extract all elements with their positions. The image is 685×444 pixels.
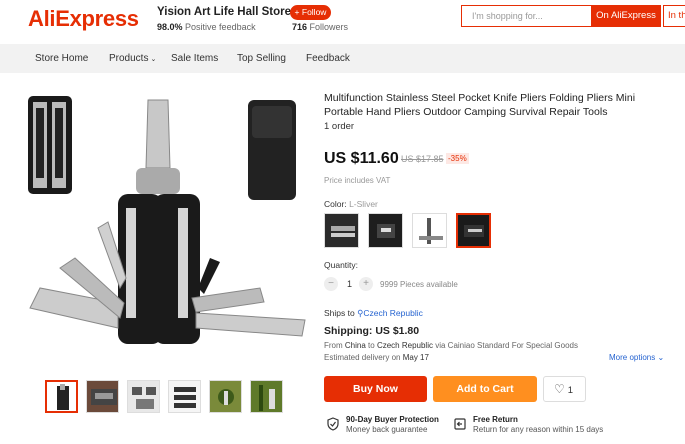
followers-text: Followers <box>309 22 349 32</box>
quantity-plus-button[interactable]: + <box>359 277 373 291</box>
guarantee-sub: Return for any reason within 15 days <box>473 425 604 434</box>
quantity-minus-button[interactable]: − <box>324 277 338 291</box>
nav-store-home[interactable]: Store Home <box>35 53 88 64</box>
nav-products-label: Products <box>109 53 149 64</box>
followers-count: 716 <box>292 22 308 32</box>
ship-from: From China to Czech Republic via Cainiao… <box>324 341 578 350</box>
order-count: 1 order <box>324 121 355 132</box>
search-button[interactable]: On AliExpress <box>591 5 661 27</box>
ships-to: Ships to ⚲Czech Republic <box>324 308 423 319</box>
ship-from-to: to <box>368 341 375 350</box>
nav-sale-items[interactable]: Sale Items <box>171 53 218 64</box>
nav-feedback[interactable]: Feedback <box>306 53 350 64</box>
pouch-image <box>248 100 296 200</box>
thumbnail-4[interactable] <box>168 380 201 413</box>
heart-icon: ♡ <box>554 382 565 396</box>
header: AliExpress Yision Art Life Hall Store▼ 9… <box>0 0 685 42</box>
swatch-image <box>464 225 484 237</box>
return-icon <box>454 418 466 430</box>
color-swatch-3[interactable] <box>412 213 447 248</box>
product-title: Multifunction Stainless Steel Pocket Kni… <box>324 92 636 118</box>
thumbnail-2[interactable] <box>86 380 119 413</box>
color-label: Color: L-Sliver <box>324 199 378 209</box>
thumbnail-image <box>174 387 196 408</box>
search-input[interactable]: I'm shopping for... <box>461 5 591 27</box>
guarantee-title: Free Return <box>473 415 518 424</box>
original-price: US $17.85 <box>401 154 444 164</box>
chevron-down-icon: ⌄ <box>657 353 665 362</box>
follow-button[interactable]: + Follow <box>290 5 331 20</box>
add-to-cart-button[interactable]: Add to Cart <box>433 376 537 402</box>
shield-check-icon <box>327 417 339 431</box>
shipping-cost: Shipping: US $1.80 <box>324 325 420 337</box>
delivery-date: May 17 <box>402 353 429 362</box>
thumbnail-5[interactable] <box>209 380 242 413</box>
color-value: L-Sliver <box>349 199 378 209</box>
ship-from-origin: China <box>344 341 366 350</box>
thumbnail-image <box>57 384 69 410</box>
search-store-button[interactable]: In th <box>663 5 685 27</box>
color-label-text: Color: <box>324 199 347 209</box>
feedback-value: 98.0% <box>157 22 183 32</box>
aliexpress-logo[interactable]: AliExpress <box>28 6 139 32</box>
swatch-image <box>377 224 395 238</box>
swatch-image <box>331 226 355 237</box>
color-swatch-1[interactable] <box>324 213 359 248</box>
closed-tool-image <box>28 96 72 194</box>
store-nav: Store Home Products ⌄ Sale Items Top Sell… <box>0 44 685 73</box>
store-name-text: Yision Art Life Hall Store <box>157 6 291 18</box>
feedback-text: Positive feedback <box>185 22 256 32</box>
quantity-label: Quantity: <box>324 260 359 270</box>
ship-from-prefix: From <box>324 341 343 350</box>
thumbnail-3[interactable] <box>127 380 160 413</box>
ships-to-country[interactable]: Czech Republic <box>363 308 423 318</box>
stock-available: 9999 Pieces available <box>380 280 458 289</box>
followers: 716 Followers <box>292 22 348 32</box>
thumbnail-6[interactable] <box>250 380 283 413</box>
quantity-value[interactable]: 1 <box>347 279 352 289</box>
color-swatch-4[interactable] <box>456 213 491 248</box>
color-swatch-2[interactable] <box>368 213 403 248</box>
wishlist-button[interactable]: ♡ 1 <box>543 376 586 402</box>
thumbnail-image <box>218 389 234 405</box>
store-feedback: 98.0% Positive feedback <box>157 22 256 32</box>
buy-now-button[interactable]: Buy Now <box>324 376 427 402</box>
nav-products[interactable]: Products ⌄ <box>109 53 156 64</box>
current-price: US $11.60 <box>324 150 399 167</box>
ships-to-label: Ships to <box>324 308 355 318</box>
thumbnail-1[interactable] <box>45 380 78 413</box>
delivery-prefix: Estimated delivery on <box>324 353 401 362</box>
nav-top-selling[interactable]: Top Selling <box>237 53 286 64</box>
vat-note: Price includes VAT <box>324 176 391 185</box>
main-product-image[interactable] <box>20 88 310 368</box>
more-options-link[interactable]: More options ⌄ <box>609 353 664 362</box>
thumbnail-image <box>259 385 275 411</box>
delivery-estimate: Estimated delivery on May 17 <box>324 353 429 362</box>
ship-from-dest: Czech Republic <box>376 341 433 350</box>
guarantee-sub: Money back guarantee <box>346 425 428 434</box>
more-options-label: More options <box>609 353 656 362</box>
discount-badge: -35% <box>446 153 469 164</box>
store-name[interactable]: Yision Art Life Hall Store▼ <box>157 6 303 18</box>
thumbnail-image <box>132 387 156 409</box>
ship-method: via Cainiao Standard For Special Goods <box>435 341 578 350</box>
chevron-down-icon: ⌄ <box>150 56 157 63</box>
swatch-image <box>419 218 443 244</box>
guarantee-title: 90-Day Buyer Protection <box>346 415 439 424</box>
wishlist-count: 1 <box>567 385 574 396</box>
thumbnail-image <box>91 389 117 405</box>
